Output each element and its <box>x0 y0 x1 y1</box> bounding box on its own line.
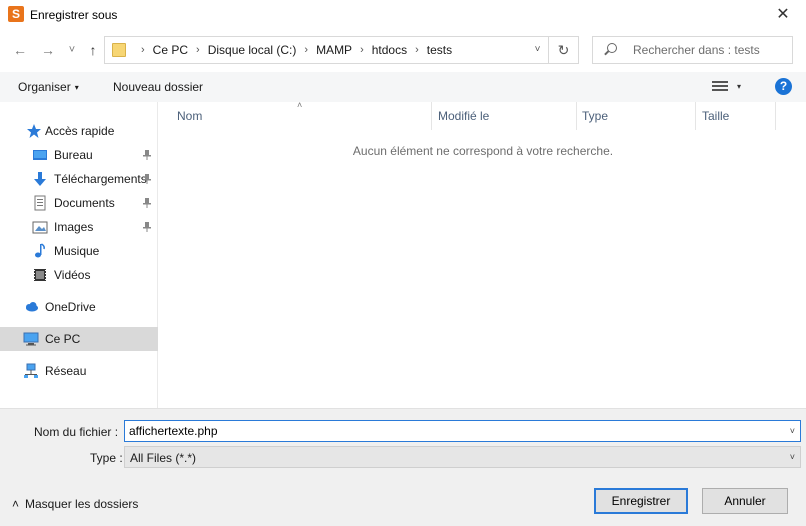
filename-label: Nom du fichier : <box>34 425 118 439</box>
document-icon <box>32 195 48 211</box>
breadcrumb-item-disque-local[interactable]: Disque local (C:) <box>208 43 297 57</box>
sort-ascending-icon: ˄ <box>297 100 303 110</box>
app-icon: S <box>8 6 24 22</box>
search-icon <box>607 43 617 53</box>
sidebar-item-documents[interactable]: Documents <box>0 191 158 215</box>
network-icon <box>23 363 39 379</box>
music-icon <box>32 243 48 259</box>
filename-field[interactable]: ˅ <box>124 420 801 442</box>
breadcrumb-separator[interactable]: › <box>188 44 208 56</box>
video-icon <box>32 267 48 283</box>
cloud-icon <box>23 299 39 315</box>
sidebar-item-onedrive[interactable]: OneDrive <box>0 295 158 319</box>
view-dropdown-icon[interactable]: ▾ <box>737 82 741 91</box>
column-divider[interactable] <box>431 102 432 130</box>
recent-locations-button[interactable]: ˅ <box>62 40 82 60</box>
address-bar[interactable]: › Ce PC › Disque local (C:) › MAMP › htd… <box>104 36 579 64</box>
breadcrumb-separator[interactable]: › <box>296 44 316 56</box>
cancel-button[interactable]: Annuler <box>702 488 788 514</box>
star-icon <box>26 123 42 139</box>
up-button[interactable]: ↑ <box>83 40 103 60</box>
command-bar: Organiser ▾ Nouveau dossier ▾ <box>0 72 806 102</box>
download-icon <box>32 171 48 187</box>
chevron-down-icon[interactable]: ˅ <box>790 452 795 462</box>
sidebar-item-ce-pc[interactable]: Ce PC <box>0 327 158 351</box>
file-type-value: All Files (*.*) <box>130 451 197 465</box>
sidebar-item-label: OneDrive <box>45 300 96 314</box>
title-bar: S Enregistrer sous ✕ <box>0 0 806 30</box>
empty-list-message: Aucun élément ne correspond à votre rech… <box>352 144 614 158</box>
pin-icon <box>142 149 152 161</box>
breadcrumb-separator: › <box>141 44 145 56</box>
organize-button[interactable]: Organiser ▾ <box>18 80 79 94</box>
pin-icon <box>142 221 152 233</box>
computer-icon <box>23 331 39 347</box>
sidebar-item-reseau[interactable]: Réseau <box>0 359 158 383</box>
column-divider[interactable] <box>695 102 696 130</box>
sidebar-item-label: Accès rapide <box>45 124 115 138</box>
column-divider[interactable] <box>775 102 776 130</box>
file-type-select[interactable]: All Files (*.*) ˅ <box>124 446 801 468</box>
chevron-up-icon: ˄ <box>12 497 20 511</box>
sidebar-item-label: Musique <box>54 244 100 258</box>
sidebar-item-label: Documents <box>54 196 115 210</box>
close-button[interactable]: ✕ <box>760 0 806 30</box>
column-divider[interactable] <box>576 102 577 130</box>
address-dropdown-icon[interactable]: ˅ <box>530 37 544 63</box>
sidebar-item-label: Ce PC <box>45 332 81 346</box>
sidebar-item-quick-access[interactable]: Accès rapide <box>0 119 158 143</box>
forward-button[interactable]: → <box>38 40 58 60</box>
image-icon <box>32 219 48 235</box>
sidebar-item-telechargements[interactable]: Téléchargements <box>0 167 158 191</box>
search-box[interactable]: Rechercher dans : tests <box>592 36 793 64</box>
help-button[interactable]: ? <box>775 78 792 95</box>
sidebar-item-label: Téléchargements <box>54 172 147 186</box>
sidebar-item-videos[interactable]: Vidéos <box>0 263 158 287</box>
column-header-modified[interactable]: Modifié le <box>438 102 489 130</box>
sidebar-item-images[interactable]: Images <box>0 215 158 239</box>
breadcrumb-separator[interactable]: › <box>352 44 372 56</box>
breadcrumb-item-mamp[interactable]: MAMP <box>316 43 352 57</box>
sidebar-item-label: Vidéos <box>54 268 91 282</box>
pin-icon <box>142 197 152 209</box>
column-header-size[interactable]: Taille <box>702 102 729 130</box>
type-label: Type : <box>90 451 123 465</box>
sidebar-item-musique[interactable]: Musique <box>0 239 158 263</box>
column-header-name[interactable]: Nom <box>177 102 202 130</box>
folder-icon <box>112 43 126 57</box>
sidebar-item-label: Bureau <box>54 148 93 162</box>
search-input[interactable]: Rechercher dans : tests <box>633 43 760 57</box>
organize-label: Organiser <box>18 80 71 94</box>
breadcrumb-item-tests[interactable]: tests <box>427 43 452 57</box>
hide-folders-label: Masquer les dossiers <box>25 497 139 511</box>
breadcrumb-item-ce-pc[interactable]: Ce PC <box>153 43 188 57</box>
column-header-type[interactable]: Type <box>582 102 608 130</box>
breadcrumb-separator[interactable]: › <box>407 44 427 56</box>
window-title: Enregistrer sous <box>30 8 118 22</box>
view-options-icon[interactable] <box>712 80 728 94</box>
filename-input[interactable] <box>125 421 765 441</box>
sidebar-item-label: Images <box>54 220 94 234</box>
refresh-button[interactable]: ↻ <box>548 37 578 63</box>
chevron-down-icon[interactable]: ˅ <box>790 426 795 436</box>
sidebar-item-bureau[interactable]: Bureau <box>0 143 158 167</box>
save-button[interactable]: Enregistrer <box>594 488 688 514</box>
hide-folders-toggle[interactable]: ˄ Masquer les dossiers <box>12 497 138 511</box>
filename-label-text: Nom du fichier : <box>34 425 119 439</box>
chevron-down-icon: ▾ <box>74 83 79 93</box>
breadcrumb-item-htdocs[interactable]: htdocs <box>372 43 407 57</box>
desktop-icon <box>32 147 48 163</box>
pin-icon <box>142 173 152 185</box>
back-button[interactable]: ← <box>10 40 30 60</box>
breadcrumb: › Ce PC › Disque local (C:) › MAMP › htd… <box>133 37 452 63</box>
navigation-pane: Accès rapide Bureau Téléchargements Docu… <box>0 102 158 408</box>
sidebar-item-label: Réseau <box>45 364 87 378</box>
new-folder-button[interactable]: Nouveau dossier <box>113 80 203 94</box>
